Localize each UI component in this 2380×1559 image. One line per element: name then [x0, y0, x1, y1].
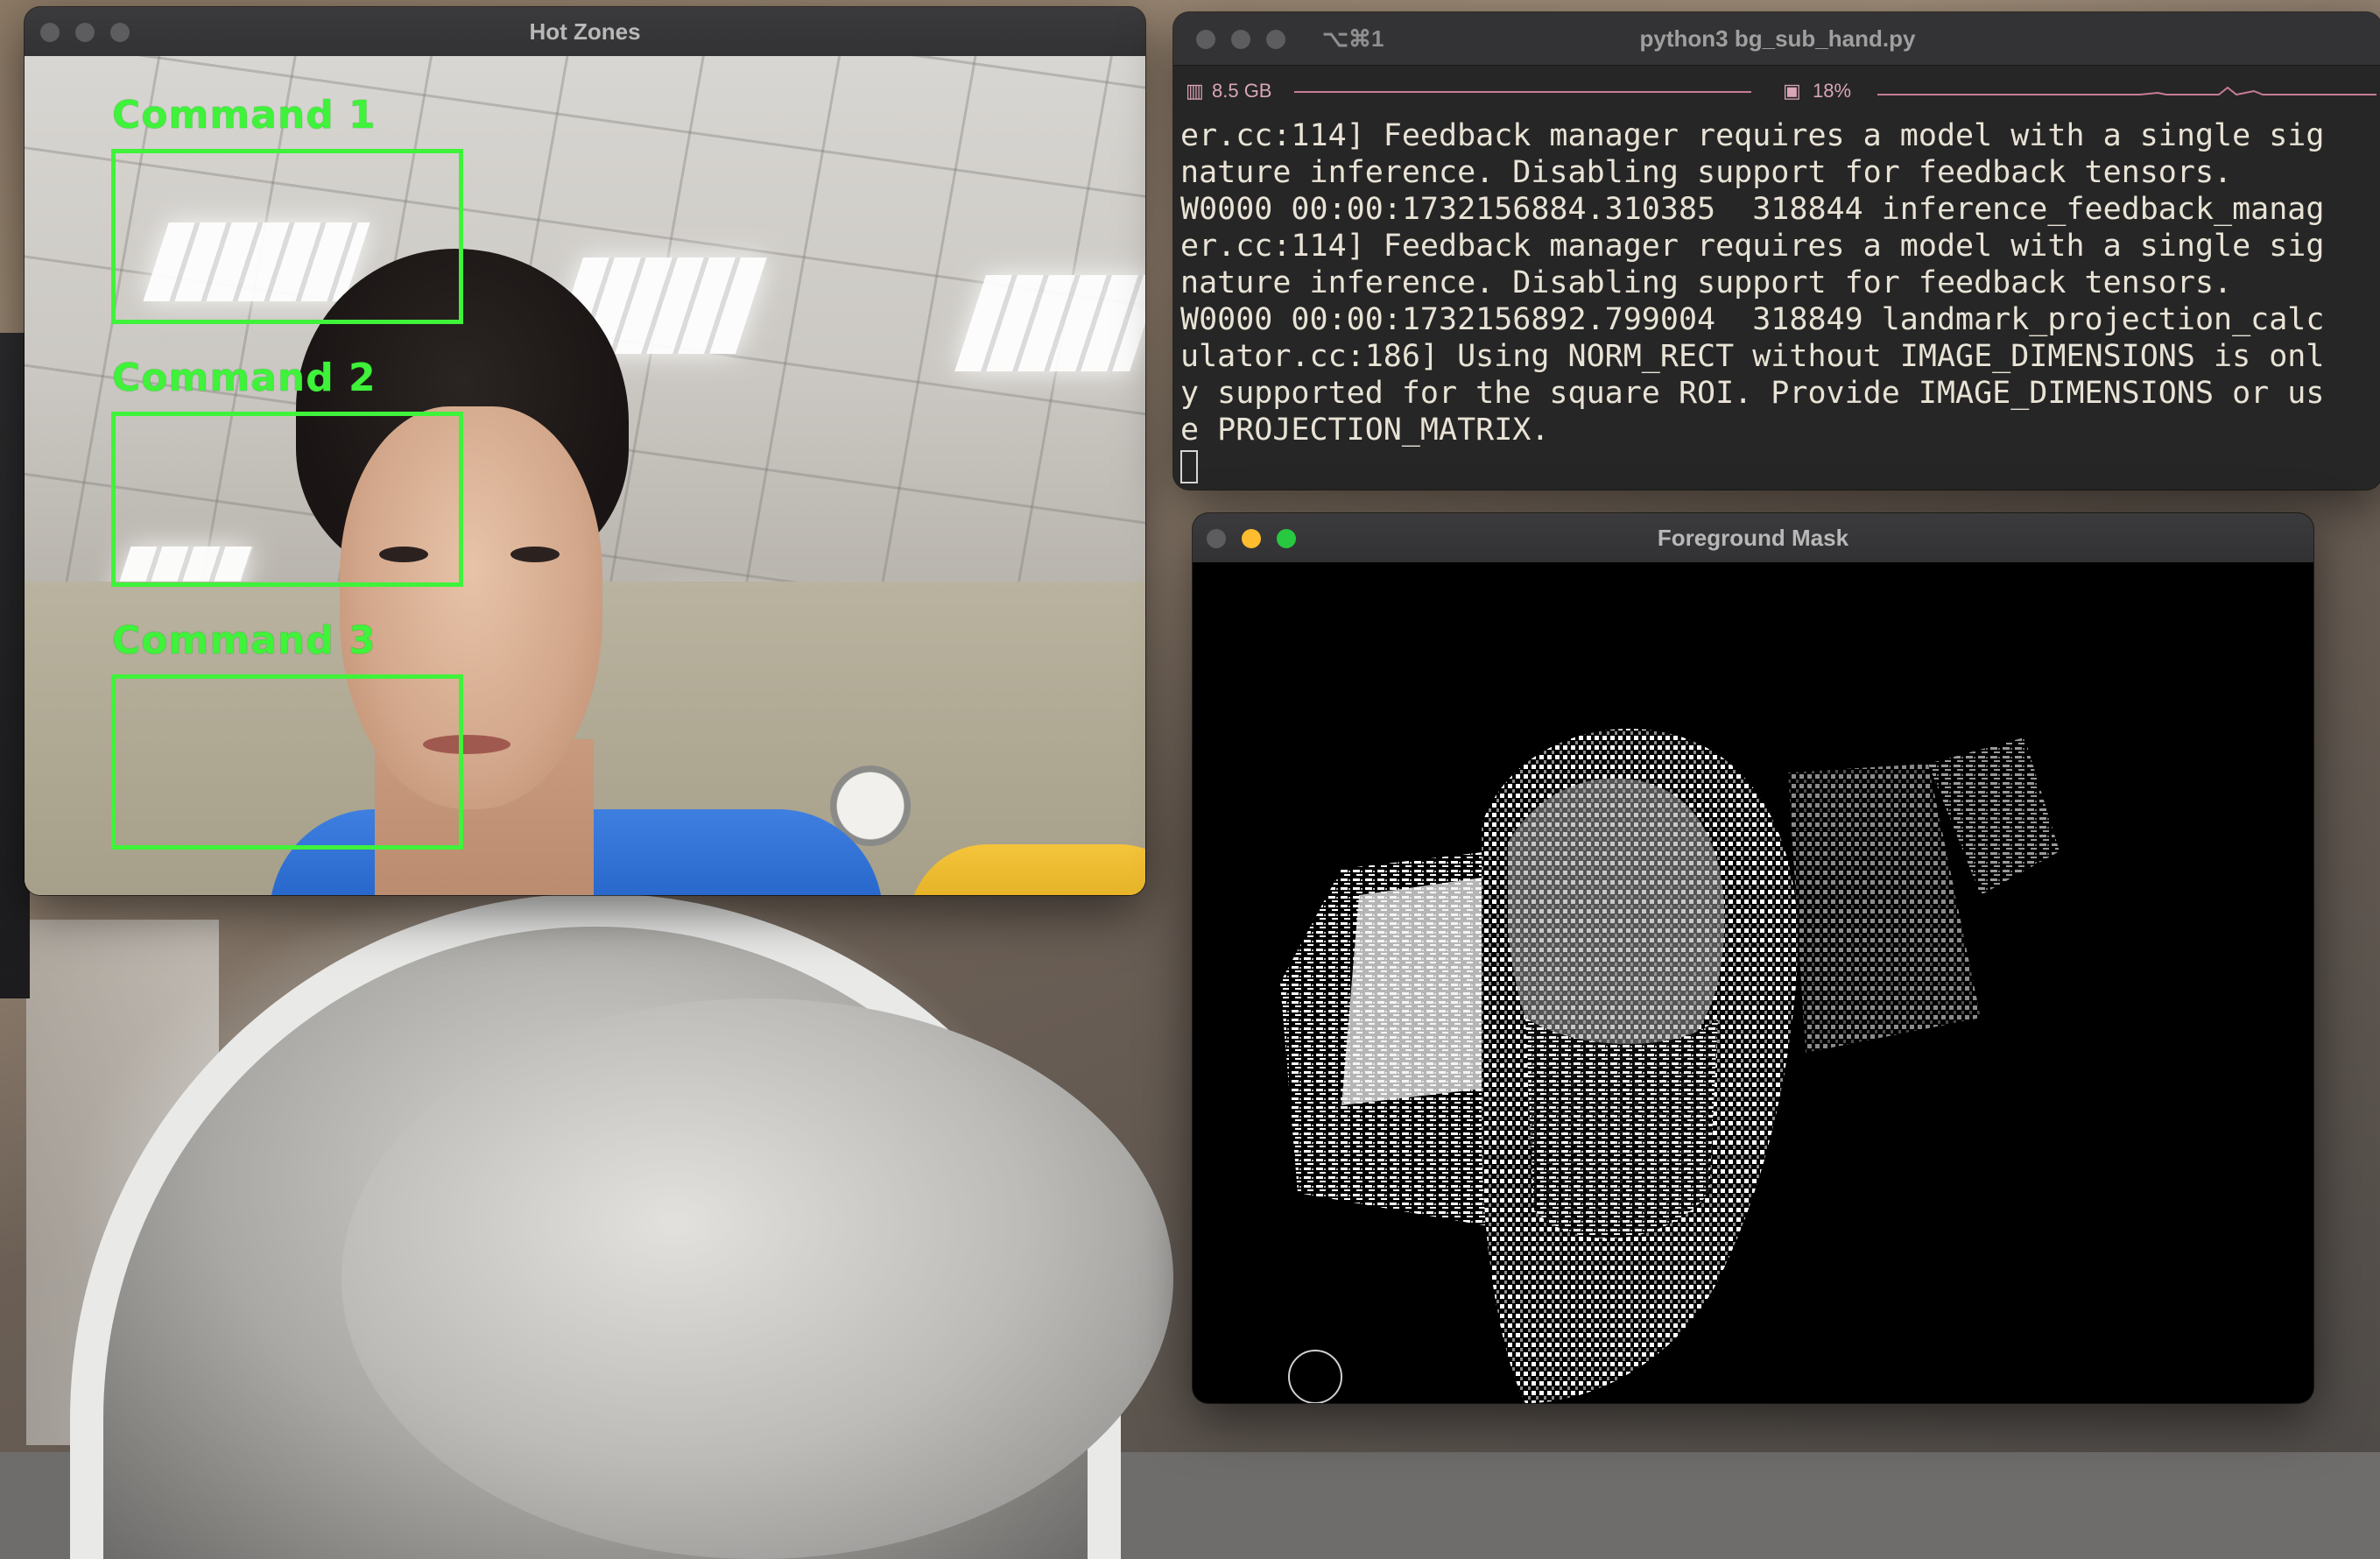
terminal-output[interactable]: er.cc:114] Feedback manager requires a m… [1180, 117, 2376, 485]
status-bar: ▥ 8.5 GB ▣ 18% [1173, 77, 2380, 105]
terminal-line: y supported for the square ROI. Provide … [1180, 376, 2325, 411]
terminal-line: e PROJECTION_MATRIX. [1180, 413, 1550, 448]
camera-feed: Command 1 Command 2 Command 3 [25, 56, 1145, 895]
window-title: python3 bg_sub_hand.py [1639, 25, 1916, 52]
mask-silhouette [1280, 729, 2060, 1403]
hot-zones-titlebar[interactable]: Hot Zones [25, 7, 1145, 57]
terminal-line: er.cc:114] Feedback manager requires a m… [1180, 229, 2325, 264]
terminal-titlebar[interactable]: ⌥⌘1 python3 bg_sub_hand.py [1173, 12, 2380, 66]
memory-graph [1294, 91, 1751, 93]
window-title: Hot Zones [529, 18, 641, 45]
hot-zone-command-1 [111, 149, 463, 324]
terminal-line: er.cc:114] Feedback manager requires a m… [1180, 118, 2325, 153]
hot-zone-command-3 [111, 674, 463, 850]
zone-label-command-3: Command 3 [112, 618, 377, 663]
background-chair-seat [342, 998, 1173, 1559]
cpu-usage: 18% [1813, 80, 1852, 102]
terminal-line: nature inference. Disabling support for … [1180, 155, 2233, 190]
terminal-line: nature inference. Disabling support for … [1180, 265, 2233, 300]
terminal-line: W0000 00:00:1732156884.310385 318844 inf… [1180, 192, 2325, 227]
foreground-mask-titlebar[interactable]: Foreground Mask [1193, 513, 2313, 563]
window-title: Foreground Mask [1657, 525, 1849, 551]
person-eye [511, 547, 560, 562]
hot-zone-command-2 [111, 412, 463, 587]
terminal-window[interactable]: ⌥⌘1 python3 bg_sub_hand.py ▥ 8.5 GB ▣ 18… [1173, 12, 2380, 490]
zone-label-command-2: Command 2 [112, 356, 377, 400]
terminal-line: W0000 00:00:1732156892.799004 318849 lan… [1180, 302, 2325, 337]
foreground-mask-image [1193, 562, 2313, 1403]
zone-label-command-1: Command 1 [112, 93, 377, 138]
memory-usage: 8.5 GB [1212, 80, 1272, 102]
terminal-cursor[interactable] [1180, 450, 1198, 483]
cpu-graph [1877, 86, 2376, 96]
cpu-icon: ▣ [1783, 80, 1801, 102]
foreground-mask-window[interactable]: Foreground Mask [1193, 513, 2313, 1403]
memory-icon: ▥ [1186, 80, 1204, 102]
terminal-line: ulator.cc:186] Using NORM_RECT without I… [1180, 339, 2325, 374]
ceiling-light [954, 275, 1145, 371]
hot-zones-window[interactable]: Hot Zones Command 1 Command 2 Command 3 [25, 7, 1145, 895]
